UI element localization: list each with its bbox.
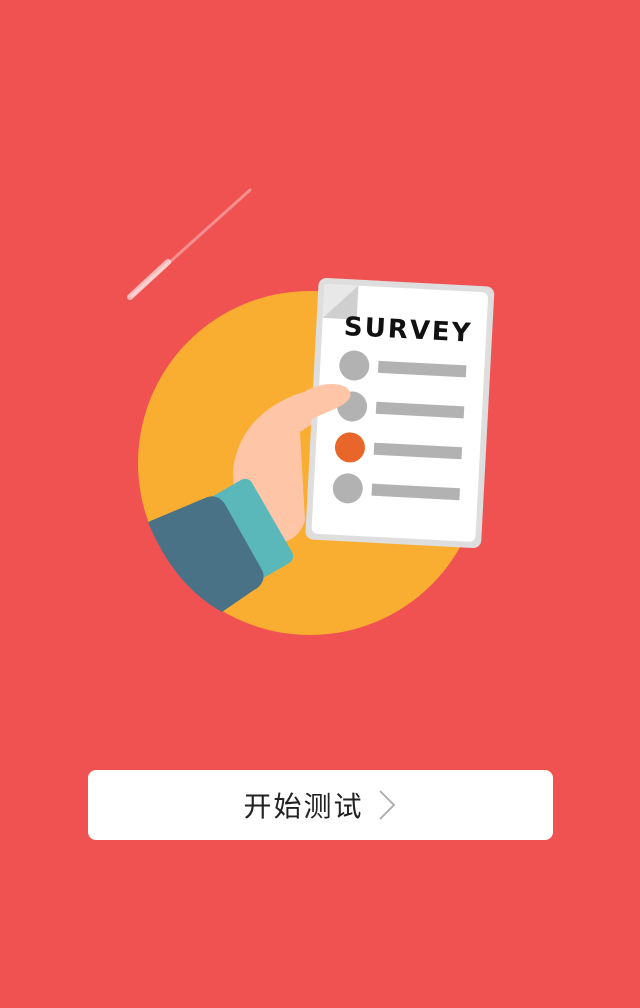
survey-illustration: SURVEY	[0, 0, 640, 700]
survey-start-screen: SURVEY 开始测试	[0, 0, 640, 1008]
start-test-button[interactable]: 开始测试	[88, 770, 553, 840]
chevron-right-icon	[378, 790, 395, 820]
start-test-label: 开始测试	[243, 790, 364, 823]
survey-paper: SURVEY	[305, 277, 495, 549]
